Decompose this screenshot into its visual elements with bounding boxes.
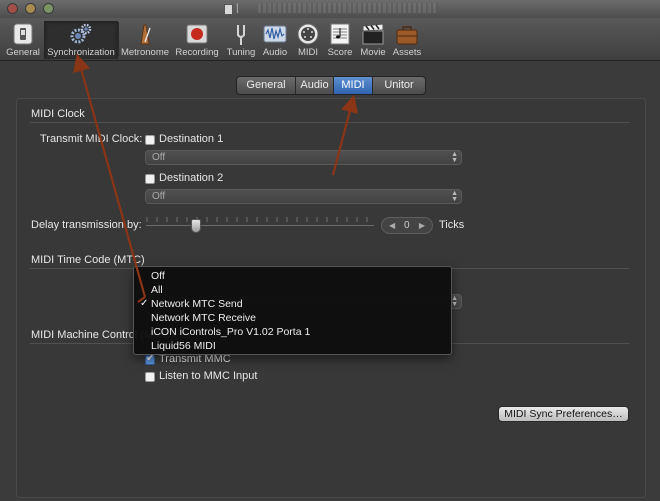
tuning-fork-icon — [237, 25, 245, 45]
mtc-dropdown-menu: Off All ✓ Network MTC Send Network MTC Re… — [133, 266, 452, 355]
delay-slider-track[interactable] — [146, 225, 374, 226]
menu-item-label: Off — [151, 270, 165, 282]
title-bar: | — [0, 0, 660, 18]
tab-audio[interactable]: Audio — [296, 77, 334, 94]
destination-1-popup[interactable]: Off ▲ ▼ — [145, 150, 462, 165]
general-switch-icon — [13, 23, 33, 45]
toolbar-label: Score — [327, 47, 353, 58]
toolbar-label: Metronome — [120, 47, 170, 58]
score-icon — [330, 23, 350, 45]
menu-item-liquid56[interactable]: Liquid56 MIDI — [134, 339, 451, 353]
toolbar-label: Tuning — [226, 47, 256, 58]
toolbar-audio[interactable]: Audio — [260, 21, 290, 59]
menu-item-off[interactable]: Off — [134, 269, 451, 283]
redacted-title — [258, 3, 438, 13]
toolbar-label: Recording — [175, 47, 219, 58]
destination-2-popup[interactable]: Off ▲ ▼ — [145, 189, 462, 204]
toolbar-label: Synchronization — [47, 47, 115, 58]
toolbar-movie[interactable]: Movie — [358, 21, 388, 59]
toolbar-divider — [118, 22, 119, 56]
toolbar-label: MIDI — [297, 47, 319, 58]
clapperboard-icon — [362, 23, 384, 45]
menu-item-label: Network MTC Receive — [151, 312, 257, 324]
menu-item-network-mtc-receive[interactable]: Network MTC Receive — [134, 311, 451, 325]
tab-unitor[interactable]: Unitor — [373, 77, 425, 94]
toolbar-score[interactable]: Score — [326, 21, 354, 59]
zoom-window-button[interactable] — [43, 3, 54, 14]
delay-transmission-label: Delay transmission by: — [31, 219, 142, 231]
menu-item-all[interactable]: All — [134, 283, 451, 297]
destination-2-checkbox[interactable] — [145, 174, 155, 184]
midi-connector-icon — [297, 23, 319, 45]
destination-1-checkbox[interactable] — [145, 135, 155, 145]
toolbar-general[interactable]: General — [4, 21, 42, 59]
transmit-midi-clock-label: Transmit MIDI Clock: — [40, 133, 143, 145]
divider — [30, 122, 630, 123]
preferences-toolbar: General Synchronization Metronome Record… — [0, 18, 660, 61]
ticks-unit-label: Ticks — [439, 219, 465, 231]
midi-clock-heading: MIDI Clock — [31, 108, 85, 120]
toolbar-recording[interactable]: Recording — [174, 21, 220, 59]
popup-arrows-icon: ▲ ▼ — [451, 151, 458, 164]
toolbar-midi[interactable]: MIDI — [294, 21, 322, 59]
listen-mmc-label: Listen to MMC Input — [159, 370, 258, 382]
delay-slider-knob[interactable] — [191, 219, 201, 233]
destination-1-label: Destination 1 — [159, 133, 224, 145]
destination-2-label: Destination 2 — [159, 172, 224, 184]
gears-icon — [70, 23, 92, 44]
toolbar-tuning[interactable]: Tuning — [224, 21, 258, 59]
menu-item-label: iCON iControls_Pro V1.02 Porta 1 — [151, 326, 311, 338]
tab-general[interactable]: General — [237, 77, 296, 94]
menu-item-label: Liquid56 MIDI — [151, 340, 216, 352]
menu-item-icon-icontrols[interactable]: iCON iControls_Pro V1.02 Porta 1 — [134, 325, 451, 339]
briefcase-icon — [396, 26, 418, 45]
increment-icon[interactable]: ▶ — [419, 218, 425, 233]
slider-tick-marks — [146, 217, 368, 222]
delay-value-stepper[interactable]: ◀ 0 ▶ — [381, 217, 433, 234]
menu-item-label: All — [151, 284, 163, 296]
delay-value: 0 — [404, 220, 410, 231]
metronome-icon — [140, 24, 151, 45]
checkmark-icon: ✓ — [140, 298, 149, 309]
sync-tabs: General Audio MIDI Unitor — [236, 76, 426, 95]
audio-waveform-icon — [263, 25, 287, 43]
listen-mmc-checkbox[interactable] — [145, 372, 155, 382]
popup-arrows-icon: ▲ ▼ — [451, 190, 458, 203]
mtc-heading: MIDI Time Code (MTC) — [31, 254, 145, 266]
toolbar-label: Movie — [360, 47, 386, 58]
toolbar-synchronization[interactable]: Synchronization — [44, 21, 118, 59]
window-title: | — [236, 3, 240, 14]
destination-2-value: Off — [152, 191, 166, 202]
toolbar-label: Audio — [262, 47, 288, 58]
record-icon — [186, 24, 208, 44]
document-icon — [224, 4, 233, 15]
tab-midi[interactable]: MIDI — [334, 77, 373, 94]
midi-sync-preferences-button[interactable]: MIDI Sync Preferences… — [498, 406, 629, 422]
destination-1-value: Off — [152, 152, 166, 163]
popup-arrows-icon: ▲ ▼ — [451, 295, 458, 308]
toolbar-label: Assets — [392, 47, 422, 58]
toolbar-assets[interactable]: Assets — [390, 21, 424, 59]
transmit-mmc-checkbox[interactable] — [145, 353, 155, 365]
menu-item-network-mtc-send[interactable]: ✓ Network MTC Send — [134, 297, 451, 311]
minimize-window-button[interactable] — [25, 3, 36, 14]
menu-item-label: Network MTC Send — [151, 298, 243, 310]
close-window-button[interactable] — [7, 3, 18, 14]
toolbar-label: General — [6, 47, 40, 58]
toolbar-metronome[interactable]: Metronome — [120, 21, 170, 59]
decrement-icon[interactable]: ◀ — [389, 218, 395, 233]
